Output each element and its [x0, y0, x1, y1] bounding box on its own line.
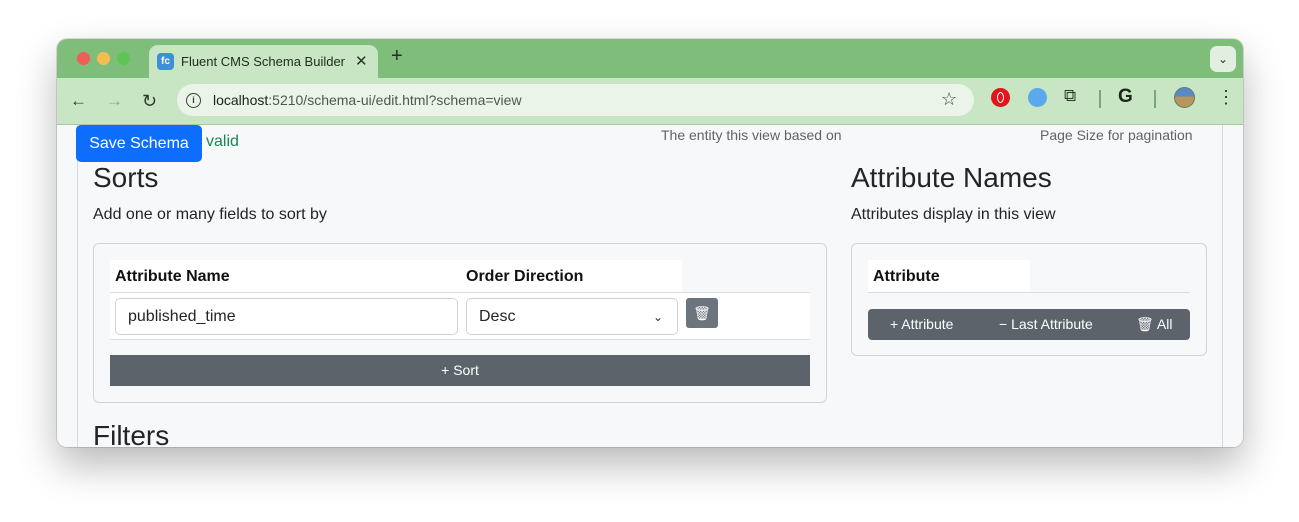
- browser-toolbar: ← → ↻ i localhost:5210/schema-ui/edit.ht…: [57, 78, 1243, 125]
- maximize-window-button[interactable]: [117, 52, 130, 65]
- filters-title: Filters: [93, 420, 170, 447]
- column-order-direction: Order Direction: [466, 268, 584, 285]
- row-divider: [110, 339, 810, 340]
- add-attribute-button[interactable]: + Attribute: [890, 309, 953, 340]
- column-attribute-name: Attribute Name: [115, 268, 230, 285]
- order-direction-select[interactable]: Desc ⌄: [466, 298, 678, 335]
- toolbar-divider: [1154, 90, 1156, 108]
- new-tab-button[interactable]: +: [391, 45, 403, 68]
- profile-avatar[interactable]: [1174, 87, 1195, 108]
- sorts-title: Sorts: [93, 162, 159, 193]
- column-attribute: Attribute: [873, 268, 940, 285]
- attribute-name-input[interactable]: published_time: [115, 298, 458, 335]
- editor-frame-left: [77, 125, 78, 447]
- toolbar-divider: [1099, 90, 1101, 108]
- tab-search-button[interactable]: ⌄: [1210, 46, 1236, 72]
- browser-window: fc Fluent CMS Schema Builder ✕ + ⌄ ← → ↻…: [57, 39, 1243, 447]
- chevron-down-icon: ⌄: [652, 310, 663, 324]
- minimize-window-button[interactable]: [97, 52, 110, 65]
- address-bar[interactable]: i localhost:5210/schema-ui/edit.html?sch…: [177, 84, 974, 116]
- close-window-button[interactable]: [77, 52, 90, 65]
- info-icon[interactable]: i: [186, 93, 201, 108]
- close-tab-icon[interactable]: ✕: [355, 52, 368, 70]
- back-button[interactable]: ←: [70, 91, 87, 111]
- forward-button[interactable]: →: [106, 91, 123, 111]
- favicon-icon: fc: [157, 53, 174, 70]
- star-icon[interactable]: ☆: [941, 89, 957, 110]
- google-icon[interactable]: G: [1118, 86, 1133, 107]
- trash-icon: 🗑: [693, 305, 711, 321]
- url-host: localhost: [213, 92, 269, 108]
- validation-status: valid: [206, 133, 239, 150]
- url-path: :5210/schema-ui/edit.html?schema=view: [268, 92, 522, 108]
- adblock-extension-icon[interactable]: [991, 88, 1010, 107]
- header-divider: [868, 292, 1190, 293]
- attribute-names-subtitle: Attributes display in this view: [851, 206, 1056, 223]
- attribute-toolbar: + Attribute − Last Attribute 🗑 All: [868, 309, 1190, 340]
- page-size-hint: Page Size for pagination: [1040, 127, 1193, 143]
- blue-extension-icon[interactable]: [1028, 88, 1047, 107]
- remove-last-attribute-button[interactable]: − Last Attribute: [999, 309, 1093, 340]
- browser-tab[interactable]: fc Fluent CMS Schema Builder ✕: [149, 45, 378, 78]
- clear-all-attributes-button[interactable]: 🗑 All: [1136, 309, 1172, 340]
- entity-hint: The entity this view based on: [661, 127, 842, 143]
- sorts-subtitle: Add one or many fields to sort by: [93, 206, 327, 223]
- order-direction-value: Desc: [479, 308, 516, 325]
- url-text[interactable]: localhost:5210/schema-ui/edit.html?schem…: [213, 92, 522, 108]
- attribute-names-card: Attribute + Attribute − Last Attribute 🗑…: [851, 243, 1207, 356]
- editor-frame-right: [1222, 125, 1223, 447]
- extensions-puzzle-icon[interactable]: ⧉: [1064, 86, 1083, 105]
- reload-button[interactable]: ↻: [142, 91, 157, 111]
- attribute-names-title: Attribute Names: [851, 162, 1052, 193]
- tab-strip: fc Fluent CMS Schema Builder ✕ + ⌄: [57, 39, 1243, 78]
- kebab-menu-icon[interactable]: ⋮: [1217, 87, 1235, 107]
- delete-sort-button[interactable]: 🗑: [686, 298, 718, 328]
- add-sort-button[interactable]: + Sort: [110, 355, 810, 386]
- sorts-card: Attribute Name Order Direction published…: [93, 243, 827, 403]
- tab-title: Fluent CMS Schema Builder: [181, 54, 346, 69]
- page-content: Save Schema valid The entity this view b…: [57, 125, 1243, 447]
- save-schema-button[interactable]: Save Schema: [76, 125, 202, 162]
